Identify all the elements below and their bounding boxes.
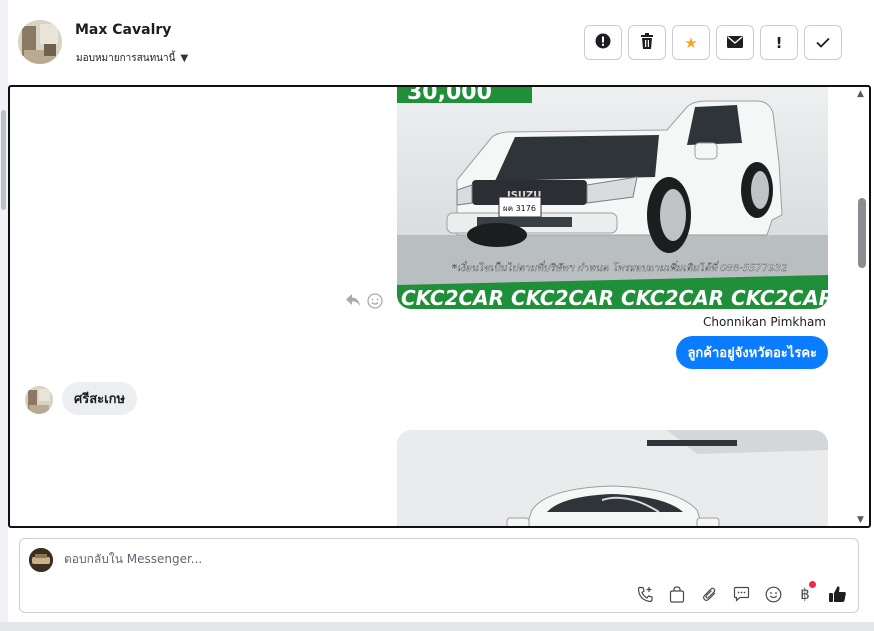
notification-dot xyxy=(809,581,816,588)
react-emoji-icon[interactable] xyxy=(367,293,383,313)
assign-label: มอบหมายการสนทนานี้ xyxy=(76,53,176,64)
scroll-down-arrow-icon[interactable]: ▼ xyxy=(857,515,864,525)
spam-button[interactable] xyxy=(584,25,622,60)
phone-add-icon[interactable] xyxy=(634,583,656,605)
exclamation-icon: ! xyxy=(775,33,783,52)
banner-text: CKC2CAR CKC2CAR CKC2CAR CKC2CAR CKC2CAR … xyxy=(401,286,828,309)
assign-conversation-dropdown[interactable]: มอบหมายการสนทนานี้ ▼ xyxy=(76,51,188,66)
emoji-icon[interactable] xyxy=(762,583,784,605)
thumbs-up-icon[interactable] xyxy=(826,583,848,605)
chat-bubble-icon[interactable] xyxy=(730,583,752,605)
header-action-bar: ★ ! xyxy=(584,25,842,60)
star-icon: ★ xyxy=(684,33,698,52)
reply-input[interactable] xyxy=(64,552,664,566)
contact-avatar-small xyxy=(25,386,53,414)
left-scrollbar-thumb[interactable] xyxy=(1,110,6,210)
paperclip-icon[interactable] xyxy=(698,583,720,605)
reply-composer: ฿ xyxy=(19,538,859,613)
price-overlay-text: 30,000 xyxy=(407,85,492,105)
message-actions xyxy=(345,293,383,313)
outgoing-message-bubble[interactable]: ลูกค้าอยู่จังหวัดอะไรคะ xyxy=(676,336,828,369)
trash-icon xyxy=(640,32,654,53)
composer-toolbar: ฿ xyxy=(634,581,848,605)
license-plate-text: ผค 3176 xyxy=(503,204,536,213)
baht-icon[interactable]: ฿ xyxy=(794,581,816,605)
left-panel-edge xyxy=(0,0,8,631)
mark-unread-button[interactable] xyxy=(716,25,754,60)
thread-scrollbar-thumb[interactable] xyxy=(858,198,866,268)
check-icon xyxy=(816,34,830,52)
thread-scrollbar[interactable]: ▲ ▼ xyxy=(855,87,869,526)
follow-up-button[interactable]: ! xyxy=(760,25,798,60)
message-image-car-1[interactable]: 30,000 ISUZU ผค 3176 *เงื่อนไขเป็นไปตามท… xyxy=(397,85,828,309)
envelope-icon xyxy=(727,34,743,52)
incoming-message-bubble[interactable]: ศรีสะเกษ xyxy=(62,382,138,415)
window-bottom-edge xyxy=(0,622,874,631)
contact-avatar[interactable] xyxy=(18,20,62,64)
delete-button[interactable] xyxy=(628,25,666,60)
shopping-bag-icon[interactable] xyxy=(666,583,688,605)
star-button[interactable]: ★ xyxy=(672,25,710,60)
message-image-car-2[interactable] xyxy=(397,430,828,526)
conversation-header: Max Cavalry มอบหมายการสนทนานี้ ▼ ★ ! xyxy=(8,0,874,84)
message-thread[interactable]: 30,000 ISUZU ผค 3176 *เงื่อนไขเป็นไปตามท… xyxy=(8,85,871,528)
contact-name[interactable]: Max Cavalry xyxy=(75,22,171,38)
reply-icon[interactable] xyxy=(345,293,361,313)
scroll-up-arrow-icon[interactable]: ▲ xyxy=(857,89,864,99)
messenger-inbox-window: Max Cavalry มอบหมายการสนทนานี้ ▼ ★ ! 30,… xyxy=(0,0,874,631)
page-avatar xyxy=(29,548,53,572)
sender-name: Chonnikan Pimkham xyxy=(703,315,826,329)
alert-circle-icon xyxy=(595,33,611,53)
done-button[interactable] xyxy=(804,25,842,60)
image-caption-text: *เงื่อนไขเป็นไปตามที่บริษัทฯ กำหนด โทรสอ… xyxy=(452,260,787,274)
caret-down-icon: ▼ xyxy=(180,53,189,64)
